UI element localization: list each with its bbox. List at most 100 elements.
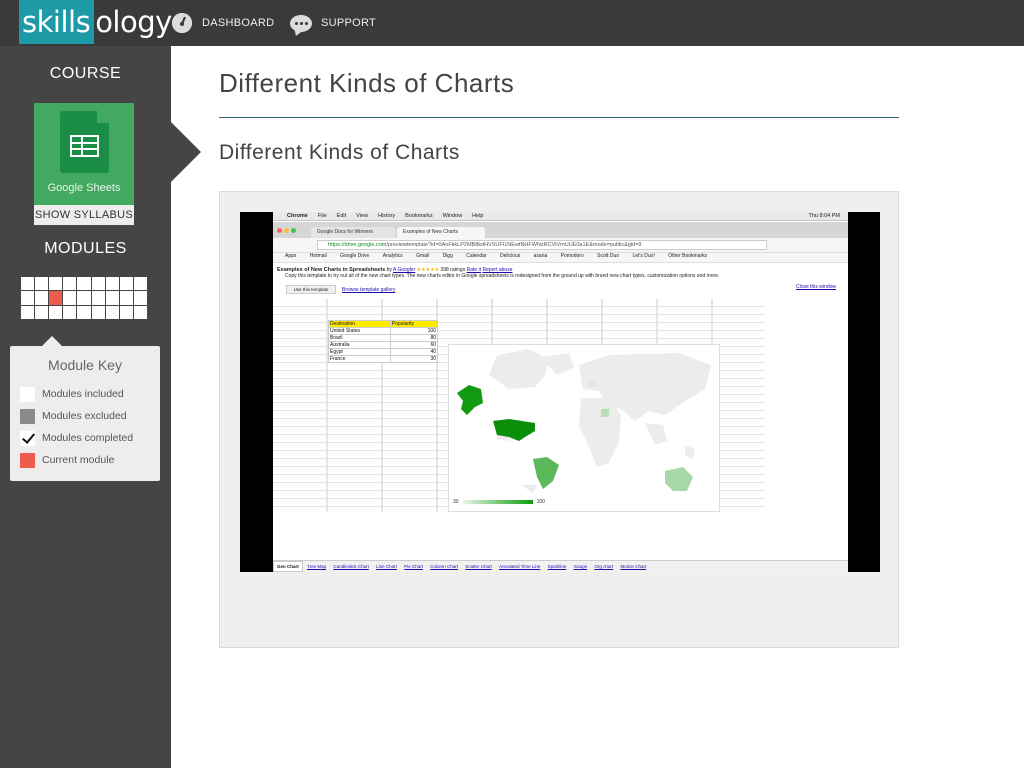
- sheet-tab: Annotated Time Line: [499, 564, 541, 569]
- included-swatch: [20, 386, 35, 402]
- data-table: Destination Popularity United States 100 …: [328, 320, 439, 363]
- module-cell[interactable]: [77, 305, 91, 319]
- close-window-link: Close this window: [795, 284, 836, 290]
- cell: 40: [389, 348, 439, 356]
- browser-tab: Google Docs for Winners: [311, 227, 395, 238]
- cell: Egypt: [328, 348, 391, 356]
- module-cell[interactable]: [91, 291, 105, 305]
- bookmark: Analytics: [382, 253, 403, 259]
- module-cell[interactable]: [77, 291, 91, 305]
- module-cell[interactable]: [105, 291, 119, 305]
- table-row: Brazil 80: [328, 334, 439, 342]
- module-cell[interactable]: [63, 277, 77, 291]
- nav-dashboard-label: DASHBOARD: [202, 17, 275, 29]
- current-module-cell[interactable]: [49, 291, 63, 305]
- bookmark: asana: [533, 253, 548, 259]
- logo-text: ology: [95, 5, 172, 39]
- key-label: Modules included: [42, 388, 124, 400]
- url-host: https://drive.google.com: [328, 242, 387, 248]
- sheet-tab: Motion Chart: [620, 564, 647, 569]
- key-label: Modules completed: [42, 432, 134, 444]
- module-cell[interactable]: [21, 291, 35, 305]
- modules-heading: MODULES: [44, 240, 127, 257]
- module-cell[interactable]: [105, 277, 119, 291]
- bookmarks-bar: Apps Hotmail Google Drive Analytics Gmai…: [273, 253, 848, 263]
- menu-item: Edit: [336, 213, 347, 219]
- table-row: Australia 60: [328, 341, 439, 349]
- module-cell[interactable]: [119, 291, 133, 305]
- legend-max: 100: [536, 499, 545, 505]
- module-cell[interactable]: [91, 277, 105, 291]
- bookmark: Apps: [285, 253, 297, 259]
- top-bar: skills ology DASHBOARD SUPPORT: [0, 0, 1024, 46]
- cell: Brazil: [328, 334, 391, 342]
- menu-item: Chrome: [287, 213, 308, 219]
- bookmark: Gmail: [416, 253, 430, 259]
- show-syllabus-button[interactable]: SHOW SYLLABUS: [34, 205, 134, 225]
- nav-dashboard[interactable]: DASHBOARD: [172, 11, 274, 35]
- video-player[interactable]: Chrome File Edit View History Bookmarks …: [240, 212, 880, 572]
- cell: 100: [389, 327, 439, 335]
- sheet-tab: Candlestick Chart: [333, 564, 369, 569]
- speech-bubble-icon: [290, 14, 312, 32]
- nav-support[interactable]: SUPPORT: [290, 11, 376, 35]
- sheet-tabs: Geo Chart Tree Map Candlestick Chart Lin…: [273, 560, 848, 572]
- browser-tab-active: Examples of New Charts: [397, 227, 485, 238]
- menu-item: History: [377, 213, 396, 219]
- key-row-excluded: Modules excluded: [20, 408, 127, 424]
- module-cell[interactable]: [21, 305, 35, 319]
- menu-item: Bookmarks: [405, 213, 433, 219]
- map-legend: 30 100: [453, 499, 545, 505]
- module-cell[interactable]: [133, 277, 147, 291]
- sheet-tab: Column Chart: [430, 564, 458, 569]
- page-title: Different Kinds of Charts: [219, 68, 515, 98]
- course-name: Google Sheets: [47, 182, 121, 194]
- clock: Thu 8:04 PM: [808, 213, 841, 219]
- browse-gallery-link: Browse template gallery: [342, 287, 396, 293]
- module-cell[interactable]: [63, 291, 77, 305]
- key-label: Modules excluded: [42, 410, 127, 422]
- module-cell[interactable]: [35, 277, 49, 291]
- module-cell[interactable]: [63, 305, 77, 319]
- url-path: /previewtemplate?id=0AoFkkLP2MB8kdHVSUFI…: [386, 242, 642, 248]
- table-row: United States 100: [328, 327, 439, 335]
- module-cell[interactable]: [49, 277, 63, 291]
- key-row-current: Current module: [20, 452, 114, 468]
- module-cell[interactable]: [119, 277, 133, 291]
- current-swatch: [20, 452, 35, 468]
- module-cell[interactable]: [35, 291, 49, 305]
- module-cell[interactable]: [49, 305, 63, 319]
- window-controls: [277, 228, 296, 233]
- template-description: Copy this template to try out all of the…: [285, 273, 720, 279]
- module-cell[interactable]: [133, 305, 147, 319]
- bookmark: Pomodoro: [560, 253, 584, 259]
- module-grid: [21, 277, 147, 319]
- bookmark: Calendar: [466, 253, 487, 259]
- cell: Australia: [328, 341, 391, 349]
- use-template-button: Use this template: [286, 285, 336, 294]
- logo-highlight: skills: [19, 0, 95, 44]
- course-pointer-arrow: [171, 122, 201, 182]
- cell: France: [328, 355, 391, 363]
- module-cell[interactable]: [119, 305, 133, 319]
- table-header-row: Destination Popularity: [328, 320, 439, 328]
- sheet-tab: Pie Chart: [404, 564, 423, 569]
- bookmark: Hotmail: [309, 253, 327, 259]
- dashboard-gauge-icon: [172, 13, 192, 33]
- module-cell[interactable]: [105, 305, 119, 319]
- world-map-graphic: [457, 349, 711, 493]
- menu-item: File: [317, 213, 327, 219]
- menu-item: View: [356, 213, 368, 219]
- title-divider: [219, 117, 899, 118]
- bookmark: Digg: [442, 253, 453, 259]
- module-cell[interactable]: [133, 291, 147, 305]
- skillsology-logo[interactable]: skills ology: [19, 0, 172, 44]
- checkmark-icon: [20, 430, 35, 446]
- nav-support-label: SUPPORT: [321, 17, 377, 29]
- module-cell[interactable]: [91, 305, 105, 319]
- module-cell[interactable]: [21, 277, 35, 291]
- module-cell[interactable]: [35, 305, 49, 319]
- key-row-completed: Modules completed: [20, 430, 133, 446]
- bookmark: Google Drive: [340, 253, 370, 259]
- module-cell[interactable]: [77, 277, 91, 291]
